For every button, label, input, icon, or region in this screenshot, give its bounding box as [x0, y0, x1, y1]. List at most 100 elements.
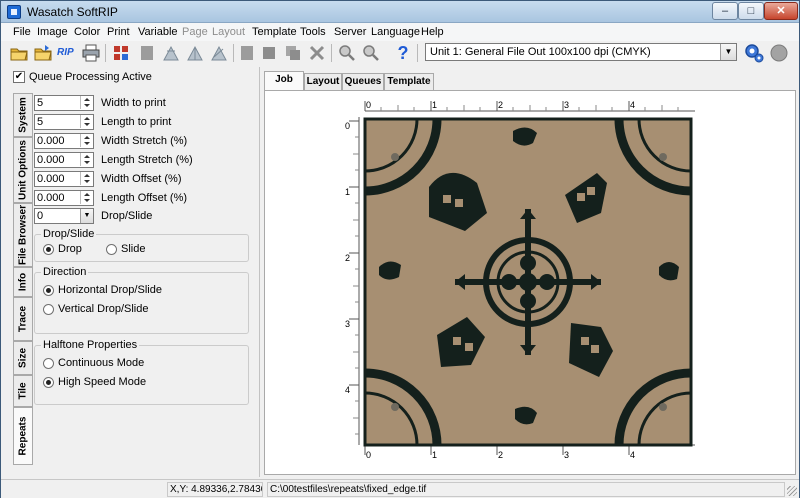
job-preview: 0 1 2 3 4 0 1 2 3 4 0 1 2 3 4: [264, 90, 796, 475]
page-icon[interactable]: [137, 43, 157, 63]
high-speed-mode-radio[interactable]: [43, 377, 54, 388]
menu-color[interactable]: Color: [74, 26, 100, 38]
menu-variable[interactable]: Variable: [138, 26, 178, 38]
tab-queues[interactable]: Queues: [342, 73, 384, 91]
open-folder-2-icon[interactable]: [33, 43, 53, 63]
chevron-down-icon[interactable]: ▼: [720, 44, 736, 60]
width-to-print-label: Width to print: [101, 97, 166, 109]
halftone-group: Halftone Properties Continuous Mode High…: [34, 339, 249, 405]
unit-select-value: Unit 1: General File Out 100x100 dpi (CM…: [430, 46, 651, 58]
drop-slide-group: Drop/Slide Drop Slide: [34, 228, 249, 262]
ruler-label: 0: [345, 121, 350, 131]
tab-system[interactable]: System: [13, 93, 33, 137]
close-button[interactable]: ✕: [764, 2, 798, 20]
spinner-arrows-icon[interactable]: [80, 172, 92, 185]
drop-radio[interactable]: [43, 244, 54, 255]
ruler-label: 4: [630, 100, 635, 110]
drop-radio-label: Drop: [58, 243, 82, 255]
slide-radio-label: Slide: [121, 243, 146, 255]
coordinates-readout: X,Y: 4.89336,2.78436: [167, 482, 263, 497]
drop-slide-label: Drop/Slide: [101, 210, 153, 222]
printer-icon[interactable]: [81, 43, 101, 63]
flip-horizontal-icon[interactable]: [161, 43, 181, 63]
queue-processing-checkbox[interactable]: ✔: [13, 71, 25, 83]
length-to-print-label: Length to print: [101, 116, 172, 128]
ruler-label: 4: [630, 450, 635, 460]
ruler-label: 1: [432, 100, 437, 110]
menu-template[interactable]: Template: [252, 26, 297, 38]
left-ruler: 0 1 2 3 4: [345, 117, 360, 445]
flip-vertical-icon[interactable]: [185, 43, 205, 63]
title-bar[interactable]: Wasatch SoftRIP – □ ✕: [1, 1, 799, 23]
gray-circle-icon[interactable]: [769, 43, 789, 63]
tab-job[interactable]: Job: [264, 71, 304, 91]
continuous-mode-label: Continuous Mode: [58, 357, 145, 369]
ruler-label: 3: [345, 319, 350, 329]
zoom-out-icon[interactable]: [361, 43, 381, 63]
maximize-button[interactable]: □: [738, 2, 764, 20]
unit-select[interactable]: Unit 1: General File Out 100x100 dpi (CM…: [425, 43, 737, 61]
spinner-arrows-icon[interactable]: [80, 153, 92, 166]
tab-template[interactable]: Template: [384, 73, 434, 91]
ruler-label: 2: [345, 253, 350, 263]
help-icon[interactable]: ?: [393, 43, 413, 63]
app-window: Wasatch SoftRIP – □ ✕ File Image Color P…: [0, 0, 800, 498]
zoom-in-icon[interactable]: [337, 43, 357, 63]
slide-radio[interactable]: [106, 244, 117, 255]
tab-trace[interactable]: Trace: [13, 297, 33, 341]
menu-language[interactable]: Language: [371, 26, 420, 38]
spinner-arrows-icon[interactable]: [80, 191, 92, 204]
chevron-down-icon[interactable]: ▼: [80, 209, 93, 223]
menu-server[interactable]: Server: [334, 26, 366, 38]
stop-icon[interactable]: [259, 43, 279, 63]
flip-diagonal-icon[interactable]: [209, 43, 229, 63]
direction-group: Direction Horizontal Drop/Slide Vertical…: [34, 266, 249, 334]
minimize-button[interactable]: –: [712, 2, 738, 20]
bottom-ruler: 0 1 2 3 4: [364, 444, 695, 460]
grid-add-icon[interactable]: [111, 43, 131, 63]
direction-group-title: Direction: [41, 266, 89, 278]
vertical-drop-slide-label: Vertical Drop/Slide: [58, 303, 149, 315]
ruler-label: 0: [366, 450, 371, 460]
tab-file-browser[interactable]: File Browser: [13, 203, 33, 267]
copy-icon[interactable]: [283, 43, 303, 63]
menu-image[interactable]: Image: [37, 26, 68, 38]
vertical-drop-slide-radio[interactable]: [43, 304, 54, 315]
continuous-mode-radio[interactable]: [43, 358, 54, 369]
delete-icon[interactable]: [307, 43, 327, 63]
horizontal-drop-slide-radio[interactable]: [43, 285, 54, 296]
halftone-group-title: Halftone Properties: [41, 339, 140, 351]
menu-tools[interactable]: Tools: [300, 26, 326, 38]
resize-grip-icon[interactable]: [787, 486, 797, 496]
menu-help[interactable]: Help: [421, 26, 444, 38]
gear-settings-icon[interactable]: [743, 42, 765, 64]
menu-print[interactable]: Print: [107, 26, 130, 38]
length-offset-label: Length Offset (%): [101, 192, 188, 204]
tab-size[interactable]: Size: [13, 341, 33, 375]
drop-slide-group-title: Drop/Slide: [41, 228, 97, 240]
tab-info[interactable]: Info: [13, 267, 33, 297]
ruler-label: 4: [345, 385, 350, 395]
spinner-arrows-icon[interactable]: [80, 134, 92, 147]
tab-repeats[interactable]: Repeats: [13, 407, 33, 465]
vertical-tabs: System Unit Options File Browser Info Tr…: [13, 91, 33, 471]
width-stretch-label: Width Stretch (%): [101, 135, 188, 147]
rip-button[interactable]: RIP: [57, 43, 77, 63]
toolbar-separator: [331, 44, 332, 62]
preview-canvas: 0 1 2 3 4 0 1 2 3 4 0 1 2 3 4: [345, 100, 695, 460]
spinner-arrows-icon[interactable]: [80, 96, 92, 109]
open-folder-icon[interactable]: [9, 43, 29, 63]
top-ruler: 0 1 2 3 4: [364, 100, 695, 112]
menu-bar: File Image Color Print Variable Page Lay…: [1, 23, 799, 41]
menu-layout: Layout: [212, 26, 246, 38]
toolbar-separator: [105, 44, 106, 62]
width-offset-label: Width Offset (%): [101, 173, 182, 185]
tab-layout[interactable]: Layout: [304, 73, 342, 91]
spinner-arrows-icon[interactable]: [80, 115, 92, 128]
tab-unit-options[interactable]: Unit Options: [13, 137, 33, 203]
menu-file[interactable]: File: [13, 26, 31, 38]
page-2-icon[interactable]: [237, 43, 257, 63]
ruler-label: 2: [498, 100, 503, 110]
queue-processing-label: Queue Processing Active: [29, 71, 152, 83]
tab-tile[interactable]: Tile: [13, 375, 33, 407]
